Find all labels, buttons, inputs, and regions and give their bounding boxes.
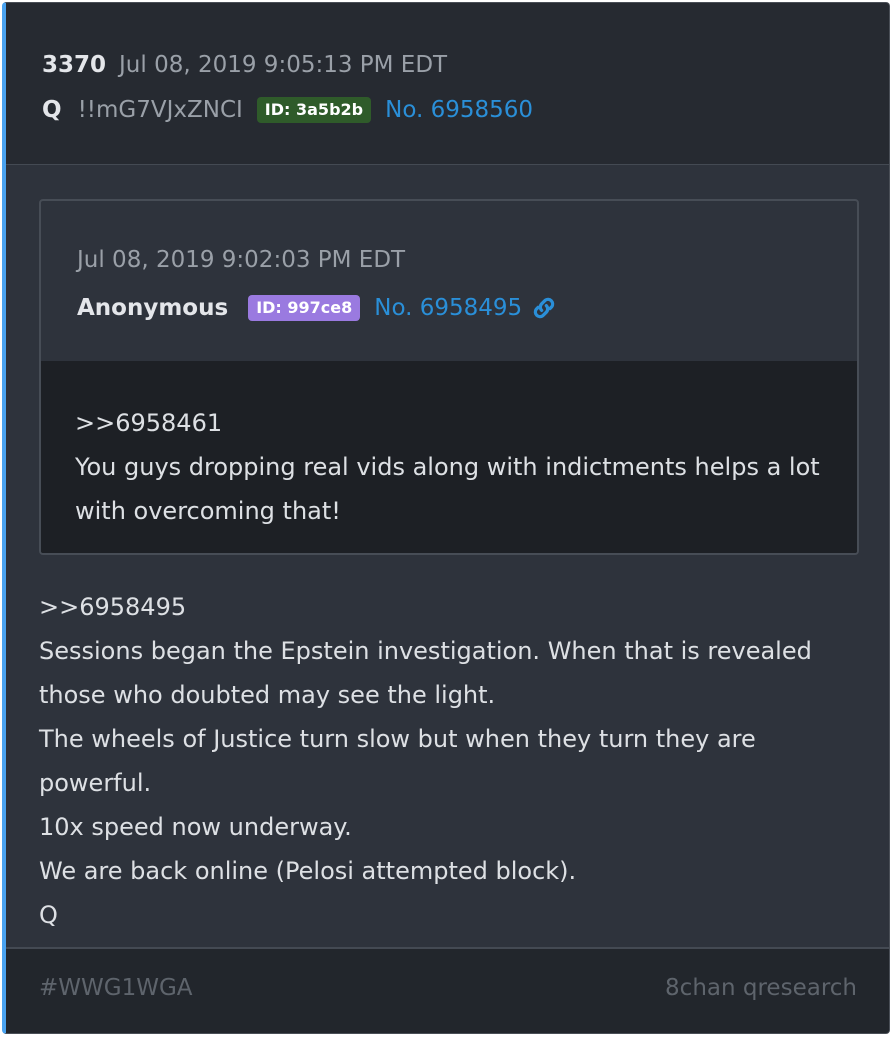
post-header: 3370 Jul 08, 2019 9:05:13 PM EDT Q !!mG7… [6, 3, 889, 165]
quoted-post-line: You guys dropping real vids along with i… [75, 453, 820, 481]
post-date: Jul 08, 2019 9:05:13 PM EDT [119, 52, 448, 78]
post-body-line: those who doubted may see the light. [39, 681, 496, 709]
quoted-post-author-line: Anonymous ID: 997ce8 No. 6958495 [77, 289, 558, 327]
post-footer: #WWG1WGA 8chan qresearch [6, 947, 889, 1033]
link-icon[interactable] [530, 294, 558, 322]
post-id-badge: ID: 3a5b2b [256, 97, 372, 123]
post-card: 3370 Jul 08, 2019 9:05:13 PM EDT Q !!mG7… [2, 2, 890, 1034]
post-body-line: >>6958495 [39, 593, 187, 621]
quoted-post-body: >>6958461 You guys dropping real vids al… [41, 361, 857, 553]
post-author: Q [42, 97, 62, 123]
quoted-post-line: with overcoming that! [75, 497, 341, 525]
source-label: 8chan qresearch [665, 975, 857, 1001]
post-tripcode: !!mG7VJxZNCI [77, 97, 243, 123]
quoted-post: Jul 08, 2019 9:02:03 PM EDT Anonymous ID… [39, 199, 859, 555]
post-body: >>6958495 Sessions began the Epstein inv… [39, 585, 859, 937]
quoted-post-line: >>6958461 [75, 409, 223, 437]
quoted-post-header: Jul 08, 2019 9:02:03 PM EDT Anonymous ID… [41, 201, 857, 363]
quoted-post-number-link[interactable]: No. 6958495 [374, 295, 522, 321]
post-body-line: 10x speed now underway. [39, 813, 352, 841]
quoted-post-date: Jul 08, 2019 9:02:03 PM EDT [77, 247, 406, 273]
post-body-line: We are back online (Pelosi attempted blo… [39, 857, 577, 885]
post-number: 3370 [42, 52, 107, 78]
quoted-post-id-badge: ID: 997ce8 [248, 295, 361, 321]
post-body-line: Q [39, 901, 58, 929]
post-number-link[interactable]: No. 6958560 [385, 97, 533, 123]
post-body-line: powerful. [39, 769, 152, 797]
post-body-line: The wheels of Justice turn slow but when… [39, 725, 756, 753]
hashtag: #WWG1WGA [39, 975, 193, 1001]
post-meta-line: 3370 Jul 08, 2019 9:05:13 PM EDT [42, 47, 447, 83]
quoted-post-author: Anonymous [77, 295, 229, 321]
post-author-line: Q !!mG7VJxZNCI ID: 3a5b2b No. 6958560 [42, 91, 533, 129]
post-body-line: Sessions began the Epstein investigation… [39, 637, 812, 665]
